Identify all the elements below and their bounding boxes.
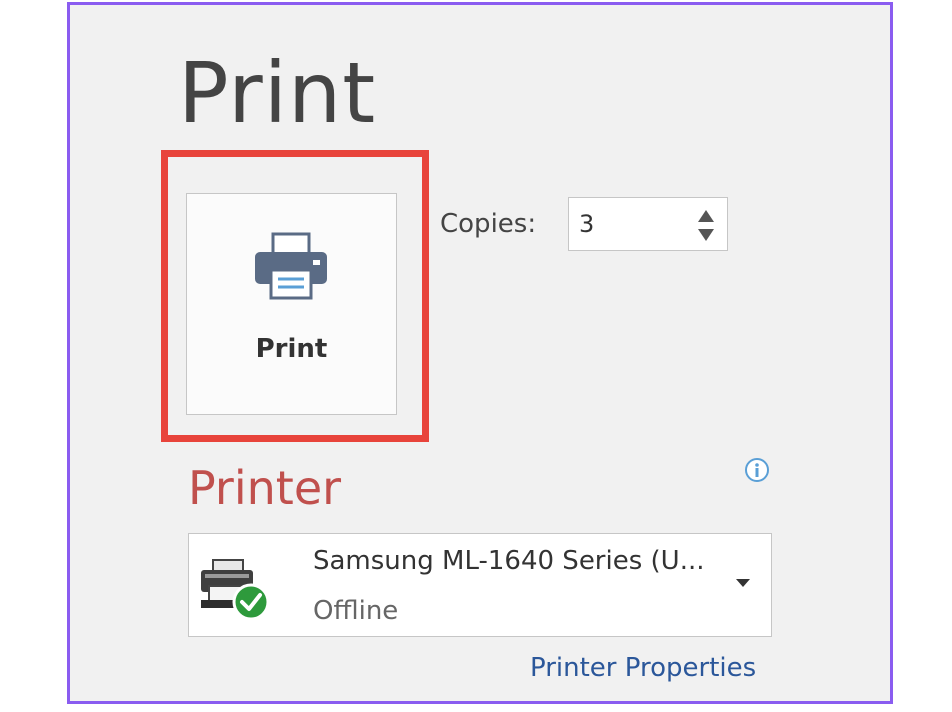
print-button[interactable]: Print (186, 193, 397, 415)
printer-status: Offline (313, 596, 399, 626)
print-button-label: Print (255, 334, 328, 364)
info-icon[interactable] (744, 457, 770, 483)
chevron-down-icon[interactable] (697, 228, 715, 242)
chevron-up-icon[interactable] (697, 209, 715, 223)
chevron-down-icon[interactable] (735, 578, 751, 588)
copies-stepper[interactable] (568, 197, 728, 251)
copies-input[interactable] (579, 206, 679, 242)
printer-icon (255, 232, 327, 300)
printer-name: Samsung ML-1640 Series (U... (313, 546, 705, 576)
page-title: Print (178, 44, 377, 142)
copies-label: Copies: (440, 209, 537, 239)
printer-ready-icon (201, 559, 270, 621)
printer-select[interactable]: Samsung ML-1640 Series (U... Offline (188, 533, 772, 637)
print-panel: Print Print Copies: Printer (67, 2, 893, 704)
printer-properties-link[interactable]: Printer Properties (530, 653, 756, 683)
printer-section-title: Printer (188, 461, 342, 515)
